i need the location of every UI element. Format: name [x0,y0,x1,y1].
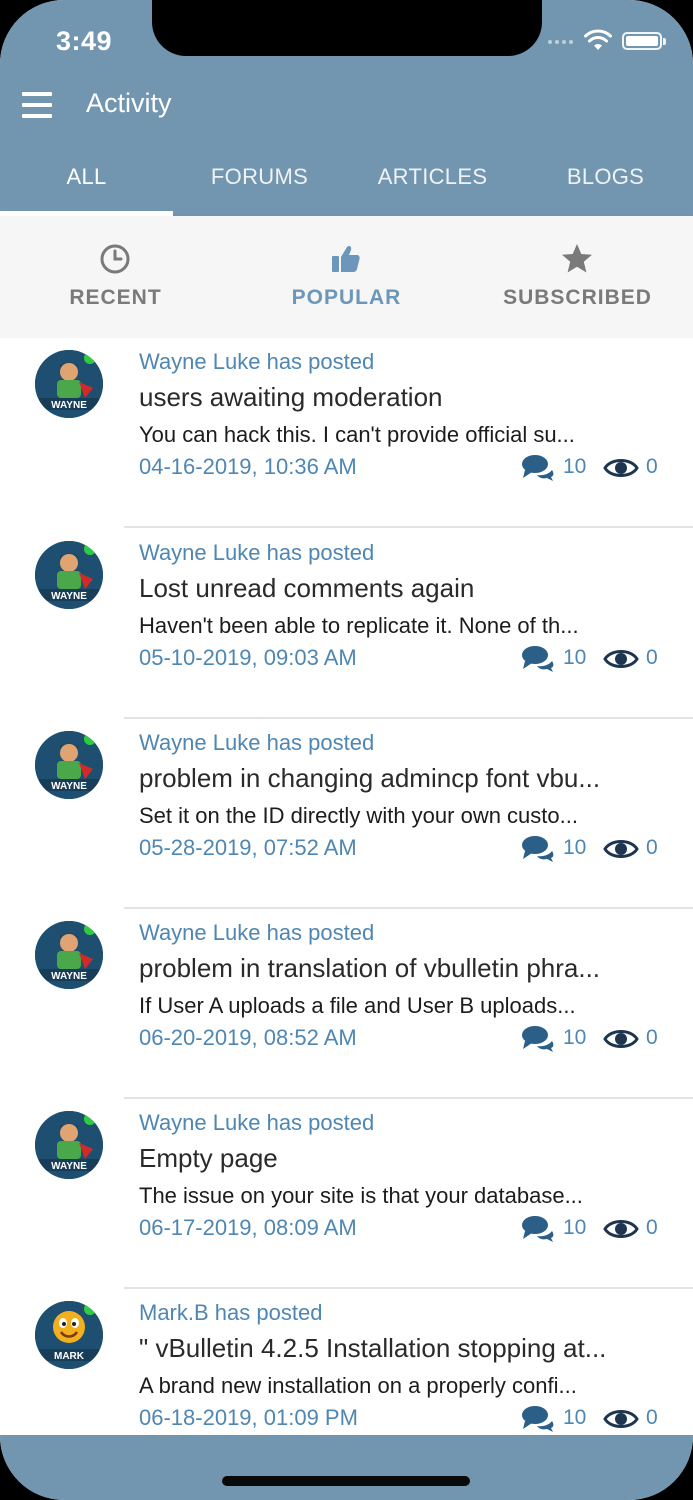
avatar[interactable]: WAYNE [35,541,103,609]
tab-blogs[interactable]: BLOGS [519,150,692,216]
reply-count: 10 [563,455,587,478]
view-count: 0 [646,646,658,669]
reply-count: 10 [563,1406,587,1429]
filter-recent[interactable]: RECENT [0,216,231,338]
status-time: 3:49 [56,26,113,56]
list-item[interactable]: WAYNE Wayne Luke has posted problem in t… [0,909,693,1099]
eye-icon [603,1410,639,1428]
post-snippet: Haven't been able to replicate it. None … [139,613,579,638]
activity-list[interactable]: WAYNE Wayne Luke has posted users awaiti… [0,338,693,1435]
list-item[interactable]: WAYNE Wayne Luke has posted users awaiti… [0,338,693,528]
comments-icon [522,1406,554,1432]
hamburger-icon[interactable] [22,92,52,118]
list-item[interactable]: WAYNE Wayne Luke has posted Lost unread … [0,529,693,719]
comments-icon [522,1216,554,1242]
comments-icon [522,1026,554,1052]
comments-icon [522,836,554,862]
tab-all[interactable]: ALL [0,150,173,216]
post-title[interactable]: problem in changing admincp font vbu... [139,763,664,794]
svg-text:WAYNE: WAYNE [51,971,87,982]
bottom-bar [0,1435,693,1500]
avatar[interactable]: WAYNE [35,921,103,989]
eye-icon [603,1220,639,1238]
view-count: 0 [646,1216,658,1239]
post-title[interactable]: problem in translation of vbulletin phra… [139,953,664,984]
filter-recent-label: RECENT [69,286,162,309]
view-count: 0 [646,455,658,478]
app-header: 3:49 Activity ALL FORUMS ARTICLES BLOGS [0,0,693,216]
post-date: 05-10-2019, 09:03 AM [139,645,357,670]
post-author[interactable]: Wayne Luke has posted [139,730,374,756]
filter-subscribed[interactable]: SUBSCRIBED [462,216,693,338]
eye-icon [603,459,639,477]
thumbs-up-icon [332,246,360,272]
status-indicators [548,28,668,56]
category-tabs: ALL FORUMS ARTICLES BLOGS [0,150,693,216]
post-snippet: Set it on the ID directly with your own … [139,803,578,828]
avatar[interactable]: WAYNE [35,731,103,799]
comments-icon [522,455,554,481]
post-snippet: The issue on your site is that your data… [139,1183,583,1208]
post-snippet: You can hack this. I can't provide offic… [139,422,575,447]
post-title[interactable]: Empty page [139,1143,664,1174]
clock-icon [100,244,130,274]
post-author[interactable]: Mark.B has posted [139,1300,322,1326]
filter-popular-label: POPULAR [291,286,402,309]
battery-icon [622,32,666,50]
post-date: 05-28-2019, 07:52 AM [139,835,357,860]
view-count: 0 [646,1026,658,1049]
svg-text:MARK: MARK [54,1351,85,1362]
tab-articles[interactable]: ARTICLES [346,150,519,216]
phone-screen: 3:49 Activity ALL FORUMS ARTICLES BLOGS [0,0,693,1500]
device-notch [152,0,542,56]
filter-subscribed-label: SUBSCRIBED [503,286,652,309]
post-date: 06-17-2019, 08:09 AM [139,1215,357,1240]
list-item[interactable]: WAYNE Wayne Luke has posted Empty page T… [0,1099,693,1289]
post-author[interactable]: Wayne Luke has posted [139,349,374,375]
avatar[interactable]: WAYNE [35,350,103,418]
post-author[interactable]: Wayne Luke has posted [139,1110,374,1136]
wifi-icon [584,29,612,50]
view-count: 0 [646,1406,658,1429]
svg-text:WAYNE: WAYNE [51,591,87,602]
svg-text:WAYNE: WAYNE [51,1161,87,1172]
home-indicator[interactable] [222,1476,470,1486]
avatar[interactable]: MARK [35,1301,103,1369]
post-date: 06-18-2019, 01:09 PM [139,1405,358,1430]
star-icon [562,244,592,273]
tab-forums[interactable]: FORUMS [173,150,346,216]
reply-count: 10 [563,646,587,669]
filter-bar: RECENT POPULAR SUBSCRIBED [0,216,693,338]
list-item[interactable]: MARK Mark.B has posted " vBulletin 4.2.5… [0,1289,693,1435]
post-date: 06-20-2019, 08:52 AM [139,1025,357,1050]
reply-count: 10 [563,1216,587,1239]
eye-icon [603,650,639,668]
post-snippet: If User A uploads a file and User B uplo… [139,993,576,1018]
post-title[interactable]: users awaiting moderation [139,382,664,413]
post-author[interactable]: Wayne Luke has posted [139,540,374,566]
list-item[interactable]: WAYNE Wayne Luke has posted problem in c… [0,719,693,909]
page-title: Activity [86,88,172,118]
post-date: 04-16-2019, 10:36 AM [139,454,357,479]
svg-text:WAYNE: WAYNE [51,781,87,792]
view-count: 0 [646,836,658,859]
post-title[interactable]: Lost unread comments again [139,573,664,604]
item-divider [124,526,693,528]
filter-popular[interactable]: POPULAR [231,216,462,338]
eye-icon [603,840,639,858]
reply-count: 10 [563,836,587,859]
reply-count: 10 [563,1026,587,1049]
avatar[interactable]: WAYNE [35,1111,103,1179]
post-snippet: A brand new installation on a properly c… [139,1373,577,1398]
svg-text:WAYNE: WAYNE [51,400,87,411]
cellular-signal-icon [548,38,580,46]
comments-icon [522,646,554,672]
post-author[interactable]: Wayne Luke has posted [139,920,374,946]
post-title[interactable]: " vBulletin 4.2.5 Installation stopping … [139,1333,664,1364]
eye-icon [603,1030,639,1048]
